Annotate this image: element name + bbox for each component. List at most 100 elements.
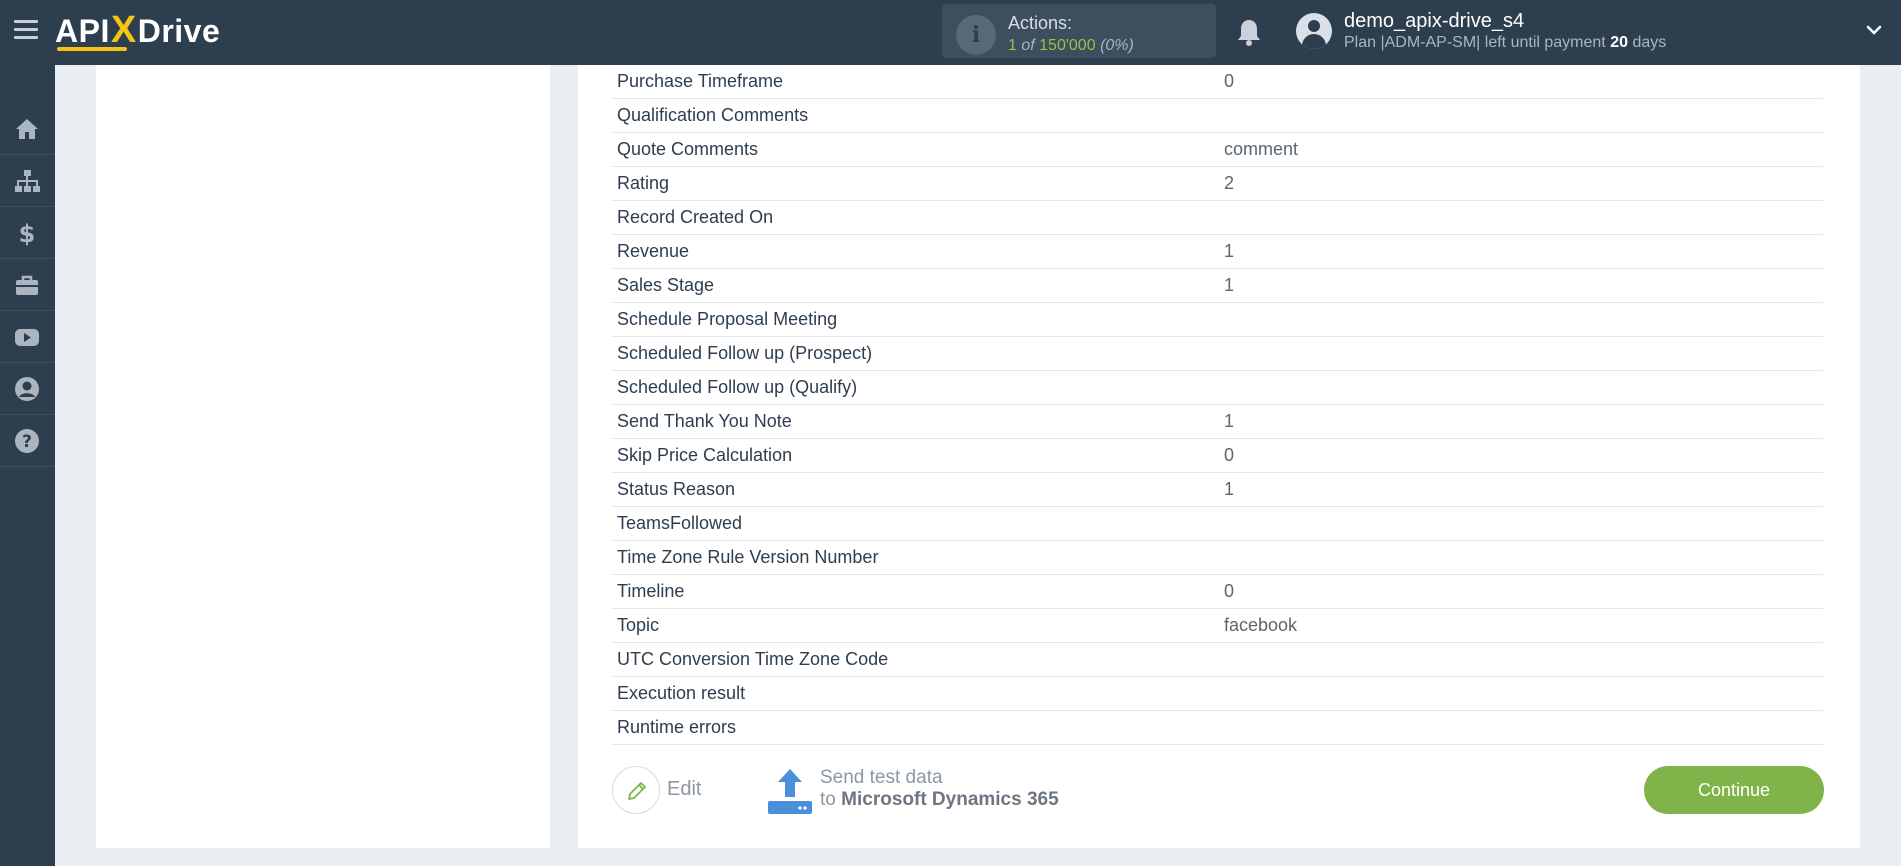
- table-row: Topic facebook: [612, 609, 1823, 643]
- sidebar-item-billing[interactable]: $: [0, 207, 55, 259]
- field-name: Qualification Comments: [617, 105, 809, 125]
- field-name: Time Zone Rule Version Number: [617, 547, 879, 567]
- continue-button[interactable]: Continue: [1644, 766, 1824, 814]
- actions-count: 1 of 150'000 (0%): [1008, 37, 1134, 55]
- table-row: TeamsFollowed: [612, 507, 1823, 541]
- table-row: Sales Stage 1: [612, 269, 1823, 303]
- field-value: 0: [1224, 445, 1235, 465]
- field-value: facebook: [1224, 615, 1298, 635]
- main-panel: Purchase Timeframe 0 Qualification Comment…: [578, 65, 1860, 848]
- table-row: Runtime errors: [612, 711, 1823, 745]
- field-value: 1: [1224, 275, 1235, 295]
- field-name: Timeline: [617, 581, 685, 601]
- table-row: Qualification Comments: [612, 99, 1823, 133]
- field-name: Send Thank You Note: [617, 411, 792, 431]
- table-row: Rating 2: [612, 167, 1823, 201]
- left-panel: [96, 65, 550, 848]
- sidebar-item-home[interactable]: [0, 103, 55, 155]
- top-bar: API X Drive i Actions: 1 of 150'000 (0%) d…: [0, 0, 1901, 65]
- plan-days: 20: [1610, 34, 1628, 51]
- actions-total: 150'000: [1039, 37, 1096, 54]
- table-row: Scheduled Follow up (Prospect): [612, 337, 1823, 371]
- sitemap-icon: [15, 170, 40, 192]
- plan-days-suffix: days: [1632, 34, 1667, 51]
- logo-api: API: [55, 13, 110, 49]
- home-icon: [16, 119, 38, 139]
- field-name: Schedule Proposal Meeting: [617, 309, 838, 329]
- field-value-table: Purchase Timeframe 0 Qualification Comment…: [612, 65, 1823, 745]
- bell-icon[interactable]: [1236, 18, 1262, 46]
- youtube-icon: [15, 329, 39, 346]
- field-name: UTC Conversion Time Zone Code: [617, 649, 889, 669]
- field-value: 0: [1224, 71, 1235, 91]
- actions-counter[interactable]: i Actions: 1 of 150'000 (0%): [942, 4, 1216, 58]
- chevron-down-icon[interactable]: [1866, 22, 1882, 38]
- table-row: Purchase Timeframe 0: [612, 65, 1823, 99]
- table-row: Execution result: [612, 677, 1823, 711]
- plan-text: Plan |ADM-AP-SM| left until payment: [1344, 34, 1606, 51]
- table-row: Record Created On: [612, 201, 1823, 235]
- field-name: Rating: [617, 173, 670, 193]
- field-name: Sales Stage: [617, 275, 715, 295]
- edit-button[interactable]: [612, 766, 660, 814]
- edit-label[interactable]: Edit: [667, 778, 701, 801]
- field-name: Skip Price Calculation: [617, 445, 793, 465]
- sidebar: $ ?: [0, 65, 55, 866]
- send-test-data-label[interactable]: Send test data: [820, 767, 943, 789]
- username[interactable]: demo_apix-drive_s4: [1344, 10, 1524, 33]
- table-row: Status Reason 1: [612, 473, 1823, 507]
- field-name: TeamsFollowed: [617, 513, 743, 533]
- sidebar-item-video[interactable]: [0, 311, 55, 363]
- table-row: Revenue 1: [612, 235, 1823, 269]
- table-row: Time Zone Rule Version Number: [612, 541, 1823, 575]
- sidebar-item-account[interactable]: [0, 363, 55, 415]
- field-name: Runtime errors: [617, 717, 737, 737]
- table-row: Scheduled Follow up (Qualify): [612, 371, 1823, 405]
- field-name: Quote Comments: [617, 139, 759, 159]
- field-name: Scheduled Follow up (Qualify): [617, 377, 858, 397]
- field-value: 2: [1224, 173, 1235, 193]
- user-circle-icon: [15, 377, 39, 401]
- field-name: Scheduled Follow up (Prospect): [617, 343, 873, 363]
- svg-text:?: ?: [22, 432, 32, 452]
- field-value: 1: [1224, 479, 1235, 499]
- send-target[interactable]: to Microsoft Dynamics 365: [820, 789, 1059, 811]
- sidebar-item-services[interactable]: [0, 259, 55, 311]
- avatar[interactable]: [1296, 13, 1332, 49]
- field-name: Topic: [617, 615, 660, 635]
- field-value: 1: [1224, 411, 1235, 431]
- sidebar-item-connections[interactable]: [0, 155, 55, 207]
- field-name: Execution result: [617, 683, 746, 703]
- field-name: Record Created On: [617, 207, 774, 227]
- field-name: Status Reason: [617, 479, 736, 499]
- menu-icon[interactable]: [14, 20, 38, 42]
- send-to: to: [820, 789, 836, 810]
- sidebar-item-help[interactable]: ?: [0, 415, 55, 467]
- table-row: UTC Conversion Time Zone Code: [612, 643, 1823, 677]
- actions-used: 1: [1008, 37, 1017, 54]
- actions-of: of: [1021, 37, 1035, 54]
- field-value: 1: [1224, 241, 1235, 261]
- table-row: Send Thank You Note 1: [612, 405, 1823, 439]
- svg-text:$: $: [19, 220, 36, 246]
- dollar-icon: $: [19, 220, 36, 246]
- apixdrive-logo[interactable]: API X Drive: [55, 9, 221, 51]
- question-circle-icon: ?: [15, 429, 39, 453]
- field-name: Purchase Timeframe: [617, 71, 784, 91]
- upload-icon[interactable]: [767, 767, 813, 815]
- field-name: Revenue: [617, 241, 690, 261]
- field-value: comment: [1224, 139, 1299, 159]
- field-value: 0: [1224, 581, 1235, 601]
- logo-drive: Drive: [137, 13, 221, 49]
- actions-percent: (0%): [1100, 37, 1134, 54]
- table-row: Skip Price Calculation 0: [612, 439, 1823, 473]
- info-icon: i: [956, 15, 996, 55]
- table-row: Quote Comments comment: [612, 133, 1823, 167]
- actions-title: Actions:: [1008, 13, 1073, 33]
- table-row: Schedule Proposal Meeting: [612, 303, 1823, 337]
- pencil-icon: [628, 782, 646, 800]
- logo-underline: [57, 47, 127, 51]
- logo-x: X: [110, 9, 137, 51]
- table-row: Timeline 0: [612, 575, 1823, 609]
- send-target-name: Microsoft Dynamics 365: [841, 789, 1059, 810]
